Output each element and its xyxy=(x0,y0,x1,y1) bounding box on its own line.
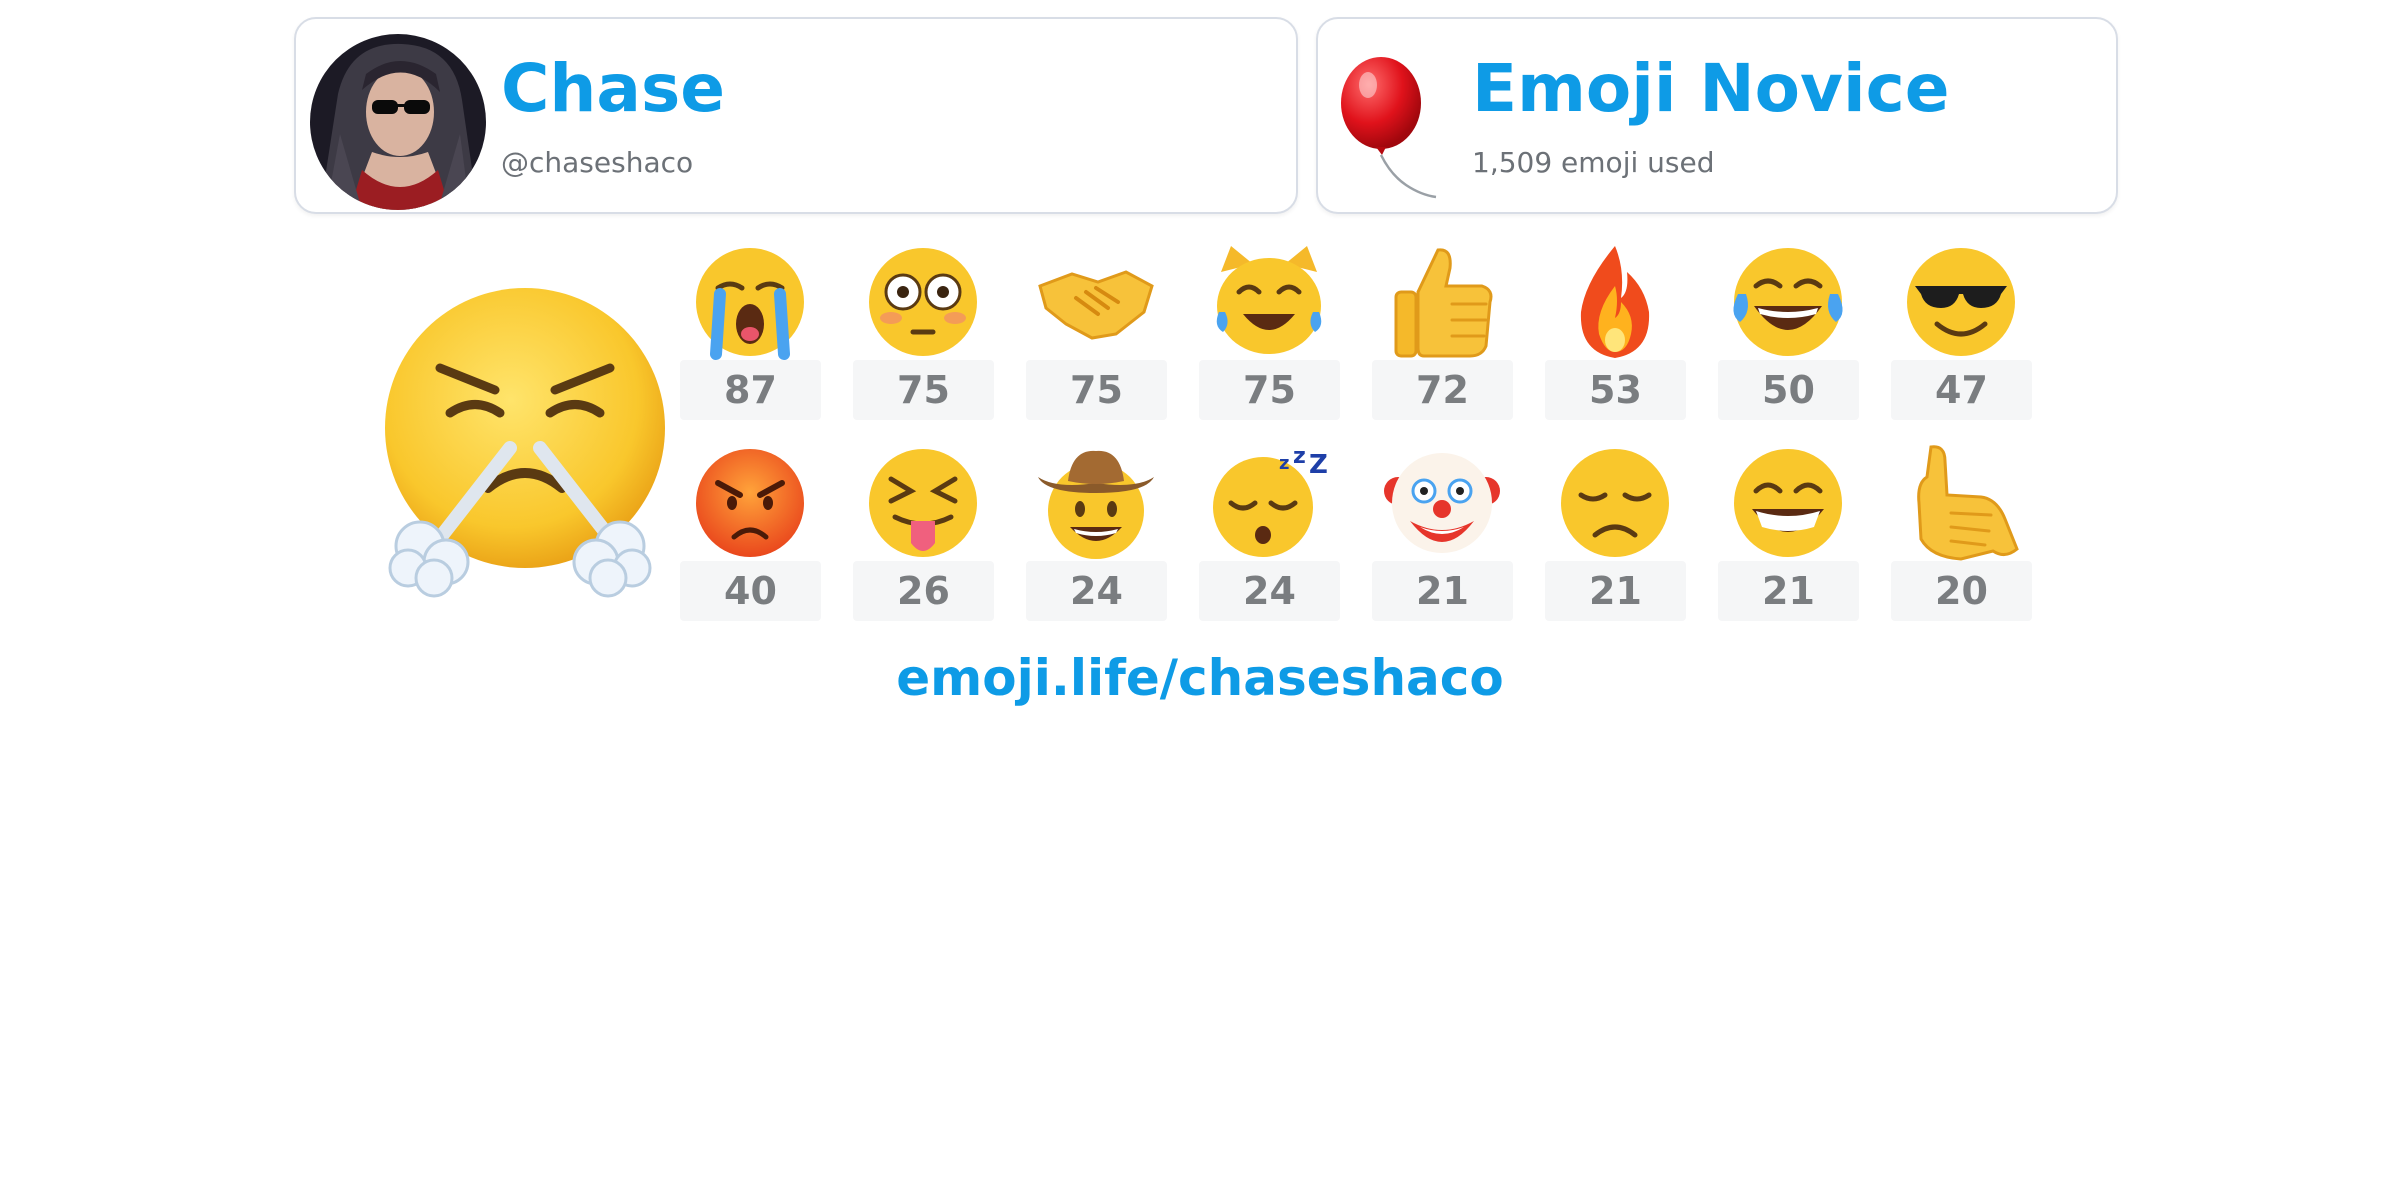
emoji-count: 75 xyxy=(1026,360,1167,420)
emoji-stat-item[interactable]: 26 xyxy=(853,443,994,633)
emoji-stat-item[interactable]: 47 xyxy=(1891,242,2032,432)
emoji-stat-item[interactable]: 21 xyxy=(1372,443,1513,633)
smiling-face-with-sunglasses-icon xyxy=(1901,242,2021,362)
avatar[interactable] xyxy=(310,34,486,210)
face-with-steam-from-nose-icon xyxy=(370,278,670,598)
call-me-hand-icon xyxy=(1901,443,2021,563)
fire-icon xyxy=(1555,242,1675,362)
emoji-stat-item[interactable]: 40 xyxy=(680,443,821,633)
emoji-stat-item[interactable]: 75 xyxy=(1026,242,1167,432)
svg-text:Z: Z xyxy=(1309,450,1328,480)
emoji-count: 21 xyxy=(1372,561,1513,621)
emoji-count: 75 xyxy=(1199,360,1340,420)
disappointed-face-icon xyxy=(1555,443,1675,563)
balloon-icon xyxy=(1336,55,1466,205)
emoji-stat-item[interactable]: 24 xyxy=(1026,443,1167,633)
level-title: Emoji Novice xyxy=(1472,50,1950,127)
handshake-icon xyxy=(1036,242,1156,362)
emoji-stat-item[interactable]: 87 xyxy=(680,242,821,432)
clown-face-icon xyxy=(1382,443,1502,563)
flushed-face-icon xyxy=(863,242,983,362)
cat-with-tears-of-joy-icon xyxy=(1209,242,1329,362)
emoji-stat-item[interactable]: 21 xyxy=(1545,443,1686,633)
user-handle: @chaseshaco xyxy=(501,146,694,179)
emoji-stat-item[interactable]: 50 xyxy=(1718,242,1859,432)
svg-text:z: z xyxy=(1293,444,1306,469)
squinting-face-with-tongue-icon xyxy=(863,443,983,563)
emoji-stat-item[interactable]: 53 xyxy=(1545,242,1686,432)
thumbs-up-icon xyxy=(1382,242,1502,362)
emoji-stat-item[interactable]: 21 xyxy=(1718,443,1859,633)
beaming-face-with-smiling-eyes-icon xyxy=(1728,443,1848,563)
emoji-count: 75 xyxy=(853,360,994,420)
emoji-stat-item[interactable]: 72 xyxy=(1372,242,1513,432)
emoji-count: 72 xyxy=(1372,360,1513,420)
emoji-count: 21 xyxy=(1718,561,1859,621)
emoji-count: 50 xyxy=(1718,360,1859,420)
emoji-count: 26 xyxy=(853,561,994,621)
emoji-stat-item[interactable]: 75 xyxy=(1199,242,1340,432)
emoji-count: 24 xyxy=(1199,561,1340,621)
face-with-tears-of-joy-icon xyxy=(1728,242,1848,362)
emoji-used-count: 1,509 emoji used xyxy=(1472,146,1715,179)
user-card: Chase @chaseshaco xyxy=(294,17,1298,214)
profile-link[interactable]: emoji.life/chaseshaco xyxy=(0,648,2400,708)
emoji-profile-page: Chase @chaseshaco Emoji Novice 1,509 emo… xyxy=(0,0,2400,1200)
emoji-stat-item[interactable]: 20 xyxy=(1891,443,2032,633)
svg-text:z: z xyxy=(1279,453,1289,474)
emoji-stat-item[interactable]: z z Z 24 xyxy=(1199,443,1340,633)
pouting-face-icon xyxy=(690,443,810,563)
emoji-count: 20 xyxy=(1891,561,2032,621)
emoji-count: 53 xyxy=(1545,360,1686,420)
emoji-count: 40 xyxy=(680,561,821,621)
sleeping-face-icon: z z Z xyxy=(1209,443,1329,563)
emoji-count: 87 xyxy=(680,360,821,420)
emoji-stat-item[interactable]: 75 xyxy=(853,242,994,432)
level-card: Emoji Novice 1,509 emoji used xyxy=(1316,17,2118,214)
emoji-count: 24 xyxy=(1026,561,1167,621)
user-name: Chase xyxy=(501,50,726,127)
emoji-count: 47 xyxy=(1891,360,2032,420)
cowboy-hat-face-icon xyxy=(1036,443,1156,563)
emoji-count: 21 xyxy=(1545,561,1686,621)
loudly-crying-face-icon xyxy=(690,242,810,362)
